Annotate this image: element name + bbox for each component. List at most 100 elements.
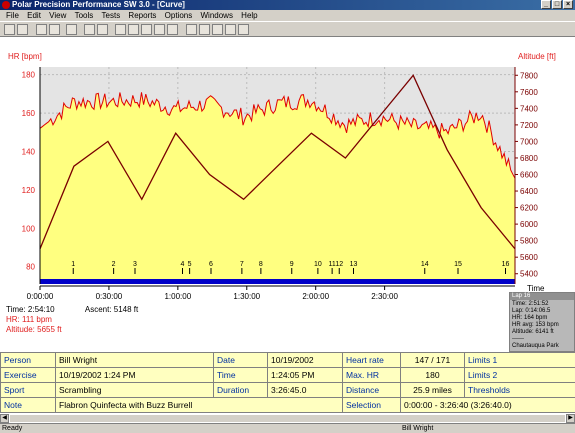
save-icon[interactable] [17, 24, 28, 35]
table-row: Note Flabron Quinfecta with Buzz Burrell… [1, 398, 575, 413]
altitude-axis-title: Altitude [ft] [518, 52, 556, 61]
date-label: Date [214, 353, 268, 368]
calendar-icon[interactable] [84, 24, 95, 35]
note-label: Note [1, 398, 56, 413]
exercise-summary-table: Person Bill Wright Date 10/19/2002 Heart… [0, 352, 575, 412]
duration-label: Duration [214, 383, 268, 398]
heart-rate-value[interactable]: 147 / 171 [401, 353, 465, 368]
scroll-left-arrow-icon[interactable]: ◀ [0, 414, 9, 423]
bars-icon[interactable] [154, 24, 165, 35]
menu-bar: File Edit View Tools Tests Reports Optio… [0, 10, 575, 21]
selection-value[interactable]: 0:00:00 - 3:26:40 (3:26:40.0) [401, 398, 575, 413]
time-tick-label: 2:00:00 [302, 292, 329, 301]
max-hr-value[interactable]: 180 [401, 368, 465, 383]
report-icon[interactable] [167, 24, 178, 35]
window-title: Polar Precision Performance SW 3.0 - [Cu… [12, 0, 185, 9]
lap-line: Altitude: 6141 ft [512, 329, 572, 336]
menu-tools[interactable]: Tools [75, 11, 94, 20]
menu-edit[interactable]: Edit [27, 11, 41, 20]
exercise-icon[interactable] [49, 24, 60, 35]
tools-icon[interactable] [97, 24, 108, 35]
limits-1-button[interactable]: Limits 1 [465, 353, 575, 368]
table-row: Exercise 10/19/2002 1:24 PM Time 1:24:05… [1, 368, 575, 383]
lap-line: HR: 164 bpm [512, 315, 572, 322]
lap-marker-label: 9 [290, 261, 294, 268]
menu-help[interactable]: Help [241, 11, 257, 20]
hr-tick-label: 140 [22, 147, 36, 156]
distance-value[interactable]: 25.9 miles [401, 383, 465, 398]
hr-tick-label: 180 [22, 71, 36, 80]
hr-axis-title: HR [bpm] [8, 52, 42, 61]
menu-reports[interactable]: Reports [128, 11, 156, 20]
toolbar [0, 21, 575, 37]
limits-2-button[interactable]: Limits 2 [465, 368, 575, 383]
lap-marker-label: 3 [133, 261, 137, 268]
menu-tests[interactable]: Tests [102, 11, 121, 20]
hr-tick-label: 80 [26, 263, 35, 272]
altitude-tick-label: 7800 [520, 71, 538, 80]
compare-icon[interactable] [199, 24, 210, 35]
lap-bar[interactable] [40, 279, 515, 284]
altitude-tick-label: 7600 [520, 88, 538, 97]
weekly-icon[interactable] [212, 24, 223, 35]
lap-marker-label: 1 [71, 261, 75, 268]
scroll-thumb[interactable] [9, 414, 566, 423]
lap-marker-label: 4 [181, 261, 185, 268]
lap-line: Time: 2:51:52 [512, 301, 572, 308]
scroll-right-arrow-icon[interactable]: ▶ [566, 414, 575, 423]
altitude-tick-label: 5400 [520, 270, 538, 279]
time-label: Time [214, 368, 268, 383]
hr-tick-label: 100 [22, 224, 36, 233]
note-value[interactable]: Flabron Quinfecta with Buzz Burrell [56, 398, 343, 413]
date-value[interactable]: 10/19/2002 [268, 353, 343, 368]
globe-icon[interactable] [66, 24, 77, 35]
table-row: Person Bill Wright Date 10/19/2002 Heart… [1, 353, 575, 368]
open-icon[interactable] [4, 24, 15, 35]
person-value[interactable]: Bill Wright [56, 353, 214, 368]
altitude-tick-label: 6800 [520, 154, 538, 163]
altitude-tick-label: 7000 [520, 137, 538, 146]
time-value[interactable]: 1:24:05 PM [268, 368, 343, 383]
cursor-info-panel: Time: 2:54:10 Ascent: 5148 ft HR: 111 bp… [6, 305, 206, 339]
lap-marker-label: 13 [350, 261, 358, 268]
menu-file[interactable]: File [6, 11, 19, 20]
altitude-tick-label: 7200 [520, 121, 538, 130]
menu-windows[interactable]: Windows [200, 11, 232, 20]
sport-value[interactable]: Scrambling [56, 383, 214, 398]
graph-icon[interactable] [141, 24, 152, 35]
time-tick-label: 2:30:00 [371, 292, 398, 301]
minimize-button[interactable]: _ [541, 0, 551, 9]
lap-marker-label: 8 [259, 261, 263, 268]
hr-tick-label: 120 [22, 186, 36, 195]
lap-marker-label: 12 [335, 261, 343, 268]
close-button[interactable]: × [563, 0, 573, 9]
maximize-button[interactable]: □ [552, 0, 562, 9]
chart-icon[interactable] [128, 24, 139, 35]
duration-value[interactable]: 3:26:45.0 [268, 383, 343, 398]
lap-marker-label: 6 [209, 261, 213, 268]
exercise-value[interactable]: 10/19/2002 1:24 PM [56, 368, 214, 383]
thresholds-button[interactable]: Thresholds [465, 383, 575, 398]
lap-marker-label: 2 [112, 261, 116, 268]
menu-options[interactable]: Options [165, 11, 193, 20]
cursor-hr: HR: 111 bpm [6, 315, 206, 325]
lap-line: Chautauqua Park [512, 343, 572, 350]
lap-info-panel: Lap 16 Time: 2:51:52 Lap: 0:14:06.5 HR: … [509, 292, 575, 352]
title-bar: Polar Precision Performance SW 3.0 - [Cu… [0, 0, 575, 10]
time-tick-label: 1:00:00 [164, 292, 191, 301]
monthly-icon[interactable] [225, 24, 236, 35]
analysis-icon[interactable] [186, 24, 197, 35]
yearly-icon[interactable] [238, 24, 249, 35]
person-icon[interactable] [36, 24, 47, 35]
hr-tick-label: 160 [22, 109, 36, 118]
selection-label: Selection [343, 398, 401, 413]
app-heart-icon [2, 1, 10, 9]
altitude-tick-label: 5800 [520, 237, 538, 246]
lap-marker-label: 14 [421, 261, 429, 268]
lap-header: Lap 16 [510, 293, 574, 300]
menu-view[interactable]: View [49, 11, 66, 20]
cursor-time: Time: 2:54:10 [6, 305, 55, 314]
curve-icon[interactable] [115, 24, 126, 35]
altitude-tick-label: 6600 [520, 171, 538, 180]
heart-rate-label: Heart rate [343, 353, 401, 368]
